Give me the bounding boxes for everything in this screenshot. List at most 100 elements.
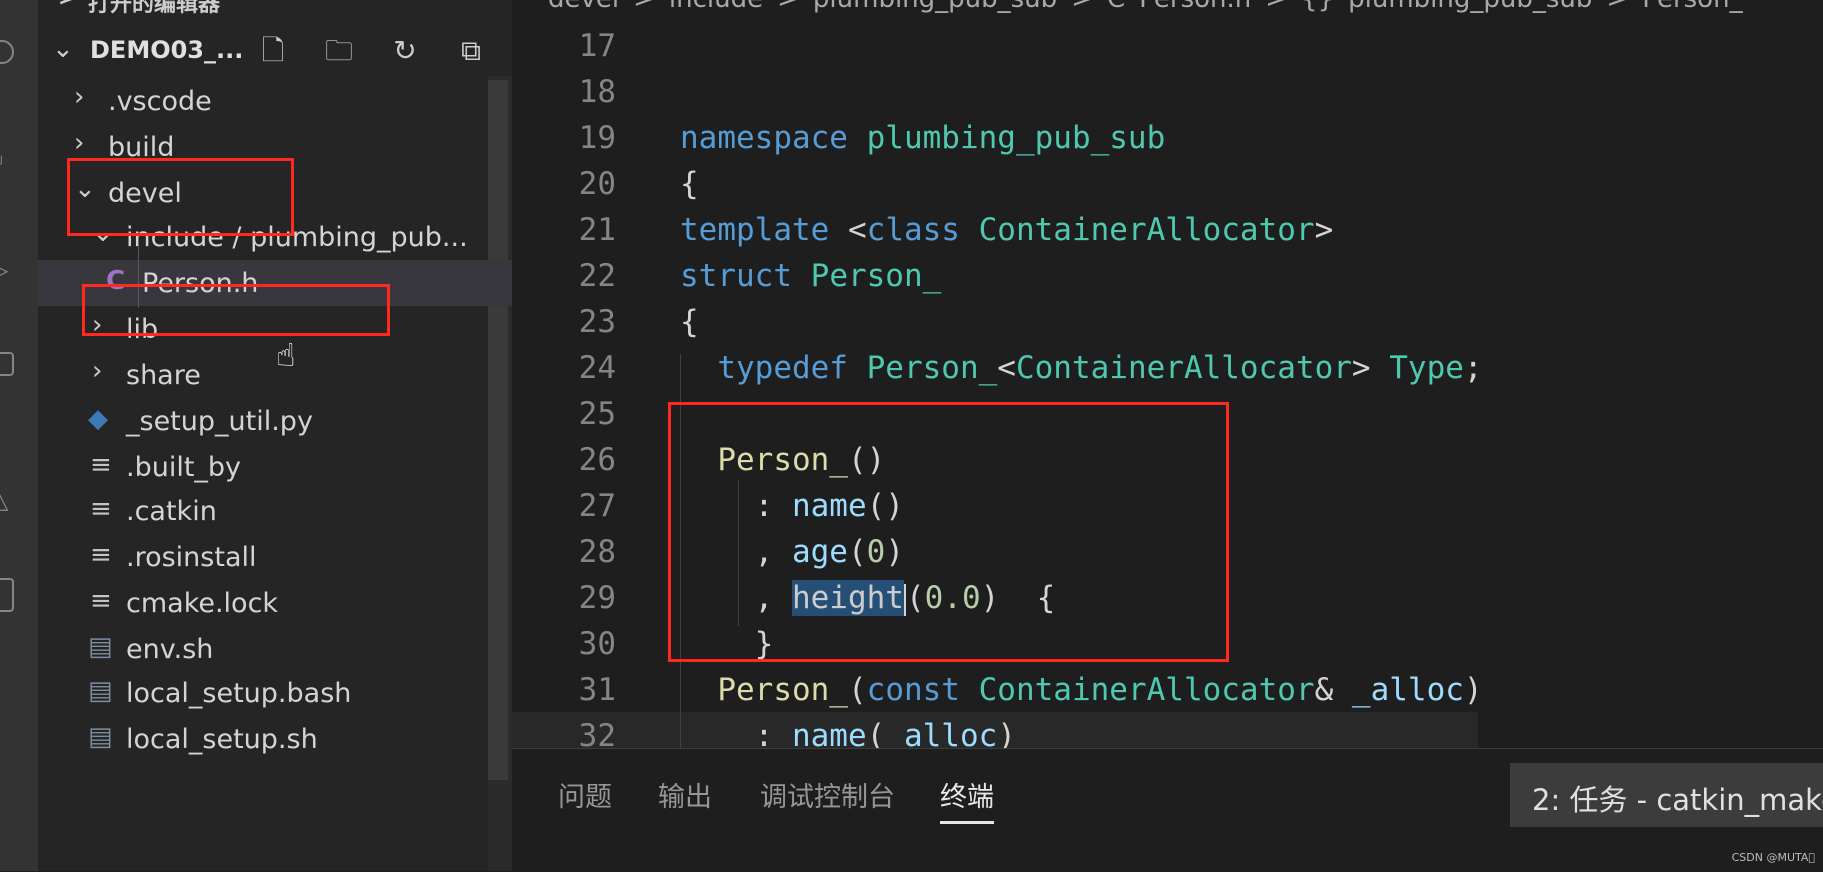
new-file-icon[interactable]: 🗋 [256, 34, 290, 68]
code-line[interactable]: 18 [512, 68, 1823, 114]
code-token: ContainerAllocator [1015, 350, 1352, 386]
source-control-icon[interactable]: ⑂ [0, 150, 14, 178]
code-text: struct Person_ [680, 258, 941, 294]
tab-debug-console[interactable]: 调试控制台 [760, 775, 895, 814]
breadcrumb[interactable]: devel > include > plumbing_pub_sub > C Person.h… [512, 0, 1823, 18]
code-line[interactable]: 23 { [512, 298, 1823, 344]
code-token: ContainerAllocator [978, 672, 1315, 708]
tree-item-label: env.sh [126, 634, 214, 665]
shell-file-icon: ▤ [88, 632, 113, 662]
code-line[interactable]: 21 template <class ContainerAllocator> [512, 206, 1823, 252]
code-token: Person_ [866, 350, 998, 386]
tab-terminal[interactable]: 终端 [940, 775, 994, 814]
line-number: 27 [578, 488, 616, 524]
tree-file[interactable]: ≡ .catkin [38, 488, 512, 534]
tree-file[interactable]: ▤ local_setup.bash [38, 670, 512, 716]
code-token: < [847, 212, 867, 248]
breadcrumb-segment[interactable]: plumbing_pub_sub [1348, 0, 1592, 14]
line-number: 32 [578, 718, 616, 748]
breadcrumb-segment[interactable]: > [633, 0, 655, 14]
breadcrumb-segment[interactable]: > [1265, 0, 1287, 14]
terminal-task-selector[interactable]: 2: 任务 - catkin_make [1510, 763, 1823, 827]
explorer-header[interactable]: ⌄ DEMO03_... 🗋 🗀 ↻ ⧉ [38, 28, 512, 72]
code-line[interactable]: 32 : name(_alloc) [512, 712, 1478, 748]
code-token: ContainerAllocator [978, 212, 1315, 248]
tree-file[interactable]: ◆ _setup_util.py [38, 398, 512, 444]
breadcrumb-segment[interactable]: devel [548, 0, 619, 14]
annotation-box-person-h [82, 284, 390, 336]
breadcrumb-segment[interactable]: include [669, 0, 763, 14]
code-line[interactable]: 24 typedef Person_<ContainerAllocator> T… [512, 344, 1823, 390]
open-editors-header[interactable]: > 打开的编辑器 [38, 0, 512, 17]
tree-item-label: _setup_util.py [126, 406, 313, 437]
text-file-icon: ≡ [90, 450, 112, 480]
remote-icon[interactable]: △ [0, 486, 14, 514]
search-icon[interactable] [0, 40, 14, 64]
line-number: 21 [578, 212, 616, 248]
code-token: < [997, 350, 1016, 386]
open-editors-label: 打开的编辑器 [88, 0, 221, 17]
annotation-box-devel [67, 158, 294, 236]
code-text: typedef Person_<ContainerAllocator> Type… [680, 350, 1482, 386]
activity-bar: ⑂ ▷ △ [0, 0, 38, 871]
line-number: 24 [578, 350, 616, 386]
code-text: Person_(const ContainerAllocator& _alloc… [680, 672, 1482, 708]
code-token: & [1314, 672, 1352, 708]
tree-file[interactable]: ≡ cmake.lock [38, 580, 512, 626]
tree-file[interactable]: ▤ local_setup.sh [38, 716, 512, 762]
code-token: plumbing_pub_sub [866, 120, 1166, 156]
line-number: 22 [578, 258, 616, 294]
python-file-icon: ◆ [88, 404, 108, 434]
breadcrumb-segment[interactable]: Person.h [1139, 0, 1251, 14]
extensions-icon[interactable] [0, 352, 14, 376]
tree-item-label: local_setup.sh [126, 724, 318, 755]
tree-file[interactable]: ≡ .built_by [38, 444, 512, 490]
task-selector-label: 2: 任务 - catkin_make [1532, 783, 1823, 817]
breadcrumb-segment[interactable]: plumbing_pub_sub [813, 0, 1057, 14]
run-debug-icon[interactable]: ▷ [0, 256, 14, 284]
code-token: namespace [680, 120, 867, 156]
new-folder-icon[interactable]: 🗀 [322, 34, 356, 68]
collapse-all-icon[interactable]: ⧉ [454, 34, 488, 68]
tree-item-label: .vscode [108, 86, 212, 117]
notebook-icon[interactable] [0, 578, 14, 612]
line-number: 30 [578, 626, 616, 662]
hand-cursor-icon: ☝ [276, 336, 296, 374]
code-line[interactable]: 22 struct Person_ [512, 252, 1823, 298]
breadcrumb-segment[interactable]: > [1606, 0, 1628, 14]
refresh-icon[interactable]: ↻ [388, 34, 422, 68]
code-text: namespace plumbing_pub_sub [680, 120, 1165, 156]
line-number: 26 [578, 442, 616, 478]
breadcrumb-segment[interactable]: {} [1301, 0, 1334, 14]
code-token: Person_ [717, 672, 848, 708]
tree-item-label: share [126, 360, 201, 391]
breadcrumb-segment[interactable]: Person_ [1642, 0, 1742, 14]
code-line[interactable]: 20 { [512, 160, 1823, 206]
tree-item-label: .rosinstall [126, 542, 257, 573]
tree-file[interactable]: ≡ .rosinstall [38, 534, 512, 580]
tree-file[interactable]: ▤ env.sh [38, 626, 512, 672]
code-token: _alloc [885, 718, 998, 748]
breadcrumb-segment[interactable]: C [1107, 0, 1125, 14]
tree-folder[interactable]: › .vscode [38, 78, 512, 124]
code-text: { [680, 166, 699, 202]
tab-output[interactable]: 输出 [658, 775, 712, 814]
annotation-box-constructor [668, 402, 1229, 662]
breadcrumb-segment[interactable]: > [777, 0, 799, 14]
tree-folder[interactable]: › share [38, 352, 512, 398]
line-number: 31 [578, 672, 616, 708]
line-number: 17 [578, 28, 616, 64]
shell-file-icon: ▤ [88, 676, 113, 706]
tab-problems[interactable]: 问题 [558, 775, 612, 814]
tree-item-label: .built_by [126, 452, 242, 483]
active-tab-indicator [940, 821, 994, 824]
code-line[interactable]: 19 namespace plumbing_pub_sub [512, 114, 1823, 160]
code-token: _alloc [1351, 672, 1464, 708]
code-line[interactable]: 17 [512, 28, 1823, 68]
chevron-right-icon: › [74, 82, 85, 112]
line-number: 20 [578, 166, 616, 202]
code-line[interactable]: 31 Person_(const ContainerAllocator& _al… [512, 666, 1823, 712]
breadcrumb-segment[interactable]: > [1071, 0, 1093, 14]
